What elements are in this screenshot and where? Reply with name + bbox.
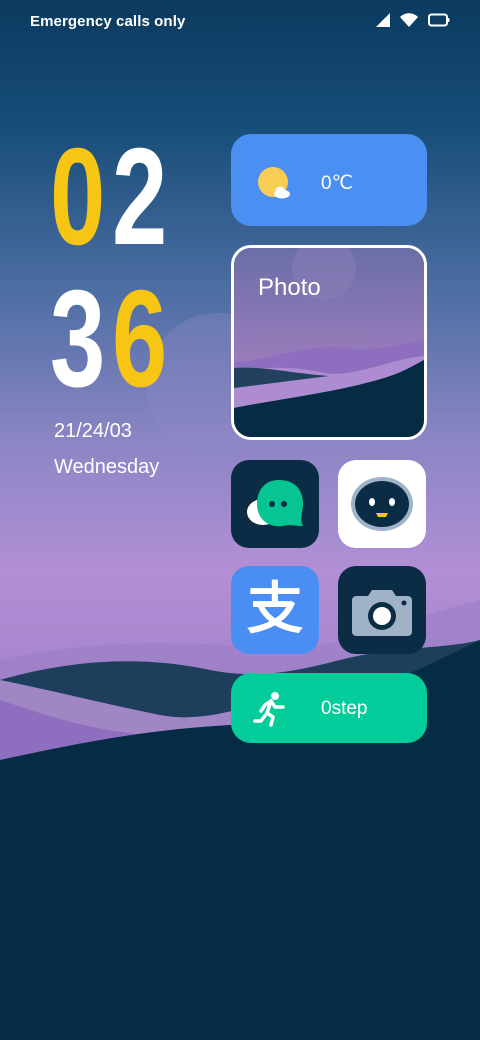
clock-hour-tens: 0 xyxy=(50,120,105,274)
clock-minute-tens: 3 xyxy=(50,262,105,416)
robot-assistant-app-icon[interactable] xyxy=(338,460,426,548)
camera-app-icon[interactable] xyxy=(338,566,426,654)
status-bar: Emergency calls only xyxy=(0,0,480,44)
wifi-icon xyxy=(400,12,418,32)
weekday-text: Wednesday xyxy=(54,456,160,478)
clock-hour-ones: 2 xyxy=(112,120,167,274)
alipay-icon: 支 xyxy=(247,577,303,642)
chat-icon xyxy=(247,480,303,527)
date-text: 21/24/03 xyxy=(54,420,132,442)
temperature-text: 0℃ xyxy=(321,173,353,194)
partly-cloudy-icon xyxy=(257,166,295,205)
camera-icon xyxy=(352,590,412,636)
running-icon xyxy=(253,691,289,732)
clock: 0 2 3 6 xyxy=(50,120,220,408)
steps-count: 0step xyxy=(321,698,368,719)
alipay-app-icon[interactable]: 支 xyxy=(231,566,319,654)
photo-widget[interactable]: Photo xyxy=(231,245,427,440)
clock-minute-ones: 6 xyxy=(112,262,167,416)
photo-label: Photo xyxy=(258,274,321,301)
signal-icon xyxy=(376,12,390,32)
steps-widget[interactable]: 0step xyxy=(231,673,427,743)
battery-icon xyxy=(428,13,450,32)
chat-app-icon[interactable] xyxy=(231,460,319,548)
status-icons xyxy=(376,12,450,32)
alipay-glyph: 支 xyxy=(247,577,303,642)
robot-assistant-icon xyxy=(351,477,413,531)
carrier-text: Emergency calls only xyxy=(30,13,186,30)
weather-widget[interactable]: 0℃ xyxy=(231,134,427,226)
